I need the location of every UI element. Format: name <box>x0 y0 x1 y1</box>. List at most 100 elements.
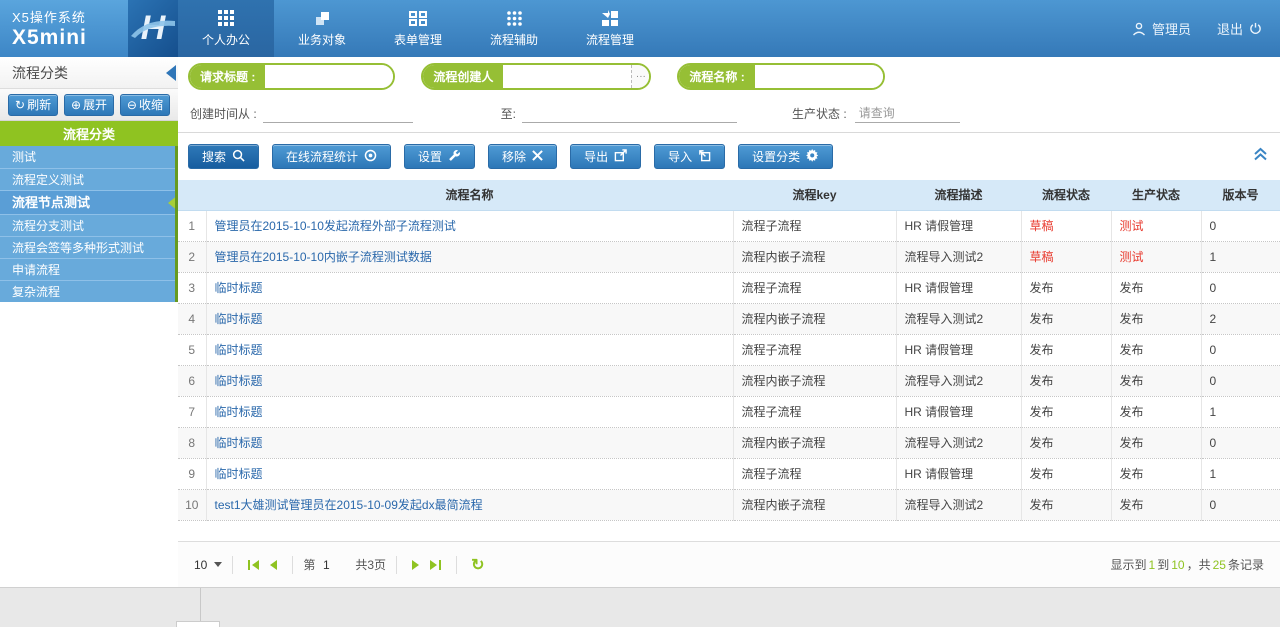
online-process-stats-button[interactable]: 在线流程统计 <box>272 144 391 169</box>
table-row[interactable]: 4临时标题流程内嵌子流程流程导入测试2发布发布2 <box>178 303 1280 334</box>
sidebar-panel-header: 流程分类 <box>0 57 178 89</box>
created-from-input[interactable] <box>263 105 413 123</box>
process-status-cell: 发布 <box>1021 334 1111 365</box>
process-name-link[interactable]: 管理员在2015-10-10发起流程外部子流程测试 <box>215 219 456 233</box>
table-row[interactable]: 7临时标题流程子流程HR 请假管理发布发布1 <box>178 396 1280 427</box>
category-item[interactable]: 申请流程 <box>0 258 175 280</box>
nav-tab-process-management[interactable]: 流程管理 <box>562 0 658 57</box>
process-name-link[interactable]: 临时标题 <box>215 281 263 295</box>
category-item[interactable]: 流程分支测试 <box>0 214 175 236</box>
export-icon <box>614 149 627 165</box>
header-process-name[interactable]: 流程名称 <box>206 180 733 210</box>
sidebar-collapse-arrow-icon[interactable] <box>166 65 176 81</box>
process-name-cell: 临时标题 <box>206 334 733 365</box>
grid-squares-icon <box>218 9 235 27</box>
reload-icon[interactable]: ↻ <box>471 555 484 575</box>
first-page-icon[interactable] <box>247 559 260 571</box>
process-status-cell: 发布 <box>1021 427 1111 458</box>
overlap-squares-icon <box>314 9 331 27</box>
process-name-link[interactable]: 临时标题 <box>215 405 263 419</box>
process-table: 流程名称 流程key 流程描述 流程状态 生产状态 版本号 1 管理员在2015-… <box>178 180 1280 521</box>
table-row[interactable]: 3临时标题流程子流程HR 请假管理发布发布0 <box>178 272 1280 303</box>
category-item[interactable]: 流程定义测试 <box>0 168 175 190</box>
process-name-cell: 临时标题 <box>206 365 733 396</box>
import-button[interactable]: 导入 <box>654 144 725 169</box>
table-row[interactable]: 1管理员在2015-10-10发起流程外部子流程测试流程子流程HR 请假管理草稿… <box>178 210 1280 241</box>
summary-text: 显示到 <box>1111 558 1147 572</box>
header-process-status[interactable]: 流程状态 <box>1021 180 1111 210</box>
table-row[interactable]: 10test1大雄测试管理员在2015-10-09发起dx最简流程流程内嵌子流程… <box>178 489 1280 520</box>
header-process-key[interactable]: 流程key <box>733 180 896 210</box>
header-version[interactable]: 版本号 <box>1201 180 1280 210</box>
version-cell: 0 <box>1201 427 1280 458</box>
expand-all-button[interactable]: ⊕ 展开 <box>64 94 114 116</box>
version-cell: 0 <box>1201 489 1280 520</box>
category-item[interactable]: 复杂流程 <box>0 280 175 302</box>
header-process-desc[interactable]: 流程描述 <box>896 180 1021 210</box>
app-subtitle: X5mini <box>12 26 128 50</box>
table-row[interactable]: 2管理员在2015-10-10内嵌子流程测试数据流程内嵌子流程流程导入测试2草稿… <box>178 241 1280 272</box>
next-page-icon[interactable] <box>411 559 421 571</box>
created-from-label: 创建时间从 : <box>190 105 257 122</box>
chevrons-up-icon[interactable] <box>1253 147 1268 164</box>
category-item[interactable]: 流程会签等多种形式测试 <box>0 236 175 258</box>
header-prod-status[interactable]: 生产状态 <box>1111 180 1201 210</box>
collapse-button-label: 收缩 <box>139 96 163 113</box>
remove-button[interactable]: 移除 <box>488 144 557 169</box>
process-name-link[interactable]: 管理员在2015-10-10内嵌子流程测试数据 <box>215 250 432 264</box>
created-to-input[interactable] <box>522 105 737 123</box>
process-name-cell: 临时标题 <box>206 396 733 427</box>
process-name-label: 流程名称 : <box>679 65 754 88</box>
process-status-cell: 草稿 <box>1021 241 1111 272</box>
set-category-button[interactable]: 设置分类 <box>738 144 833 169</box>
power-icon[interactable] <box>1249 22 1262 35</box>
last-page-icon[interactable] <box>429 559 442 571</box>
splitter-handle[interactable] <box>176 621 220 627</box>
category-item[interactable]: 测试 <box>0 146 175 168</box>
page-size-selector[interactable]: 10 <box>194 558 222 572</box>
process-name-link[interactable]: test1大雄测试管理员在2015-10-09发起dx最简流程 <box>215 498 483 512</box>
process-name-link[interactable]: 临时标题 <box>215 343 263 357</box>
process-key-cell: 流程子流程 <box>733 210 896 241</box>
request-title-input[interactable] <box>265 65 393 88</box>
prod-status-input[interactable] <box>855 105 960 123</box>
process-name-link[interactable]: 临时标题 <box>215 467 263 481</box>
export-button[interactable]: 导出 <box>570 144 641 169</box>
brand-area: X5操作系统 X5mini H <box>0 0 178 57</box>
page-number-input[interactable]: 1 <box>315 558 337 572</box>
process-desc-cell: 流程导入测试2 <box>896 489 1021 520</box>
nav-tab-form-management[interactable]: 表单管理 <box>370 0 466 57</box>
refresh-button[interactable]: ↻ 刷新 <box>8 94 58 116</box>
category-item-selected[interactable]: 流程节点测试 <box>0 190 175 214</box>
process-name-link[interactable]: 临时标题 <box>215 312 263 326</box>
request-title-field-group: 请求标题 : <box>188 63 395 90</box>
table-row[interactable]: 5临时标题流程子流程HR 请假管理发布发布0 <box>178 334 1280 365</box>
logout-link[interactable]: 退出 <box>1217 19 1243 38</box>
selected-arrow-icon <box>168 195 175 211</box>
nav-tab-business-objects[interactable]: 业务对象 <box>274 0 370 57</box>
process-name-input[interactable] <box>755 65 883 88</box>
nav-tab-personal-office[interactable]: 个人办公 <box>178 0 274 57</box>
process-name-link[interactable]: 临时标题 <box>215 374 263 388</box>
table-row[interactable]: 6临时标题流程内嵌子流程流程导入测试2发布发布0 <box>178 365 1280 396</box>
user-name[interactable]: 管理员 <box>1152 19 1191 38</box>
table-row[interactable]: 8临时标题流程内嵌子流程流程导入测试2发布发布0 <box>178 427 1280 458</box>
creator-picker-button[interactable]: ··· <box>631 65 649 88</box>
nav-tab-process-assist[interactable]: 流程辅助 <box>466 0 562 57</box>
summary-text: ，共 <box>1187 558 1211 572</box>
row-number-cell: 1 <box>178 210 206 241</box>
settings-button[interactable]: 设置 <box>404 144 475 169</box>
prev-page-icon[interactable] <box>268 559 278 571</box>
category-label: 流程分支测试 <box>12 219 84 233</box>
category-label: 复杂流程 <box>12 285 60 299</box>
process-creator-input[interactable] <box>503 65 631 88</box>
logo-swoosh-icon <box>130 14 176 38</box>
nav-tab-label: 表单管理 <box>394 31 442 48</box>
row-number-cell: 9 <box>178 458 206 489</box>
prod-status-cell: 发布 <box>1111 334 1201 365</box>
collapse-all-button[interactable]: ⊖ 收缩 <box>120 94 170 116</box>
process-name-link[interactable]: 临时标题 <box>215 436 263 450</box>
search-button[interactable]: 搜索 <box>188 144 259 169</box>
process-name-cell: 管理员在2015-10-10发起流程外部子流程测试 <box>206 210 733 241</box>
table-row[interactable]: 9临时标题流程子流程HR 请假管理发布发布1 <box>178 458 1280 489</box>
